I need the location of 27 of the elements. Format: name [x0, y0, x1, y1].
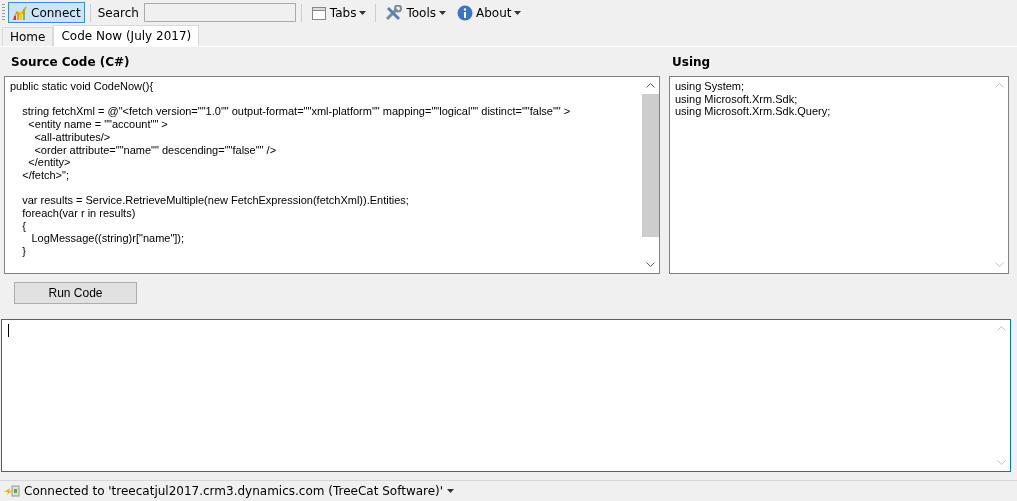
- menu-button[interactable]: Tools: [381, 2, 450, 23]
- dropdown-caret-icon: [359, 10, 367, 15]
- scroll-up-icon[interactable]: [646, 83, 655, 88]
- search-label: Search: [96, 5, 140, 20]
- code-text: public static void CodeNow(){ string fetchXml = @"<fetch version=""1.0"" output-format=""xml-platform"" mapping=""logical"" distinct=""false"" > <entity name = ""account"" > <all-attributes/> <order attribute=""name"" descending=""false"" /> </entity> </fetch>"; var results = Service.RetrieveMultiple(new FetchExpression(fetchXml)).Entities; foreach(var r in results) { LogMessage((string)r["name"]); }: [9, 79, 572, 260]
- menu-button[interactable]: About: [453, 2, 526, 23]
- dropdown-caret-icon: [447, 489, 455, 493]
- code-editor[interactable]: [4, 76, 660, 274]
- toolbar-grip[interactable]: [2, 4, 5, 21]
- tools-icon: [385, 4, 404, 21]
- tab[interactable]: Code Now (July 2017): [53, 25, 200, 46]
- output-field[interactable]: [1, 319, 1011, 472]
- run-code-button[interactable]: Run Code: [14, 282, 137, 304]
- code-text: using System; using Microsoft.Xrm.Sdk; using Microsoft.Xrm.Sdk.Query;: [674, 79, 832, 120]
- menu-button[interactable]: Tabs: [306, 2, 371, 23]
- scroll-down-icon[interactable]: [646, 262, 655, 267]
- connection-status[interactable]: Connected to 'treecatjul2017.crm3.dynamics.com (TreeCat Software)': [2, 483, 457, 499]
- tab[interactable]: Home: [2, 27, 54, 46]
- search-field[interactable]: [143, 3, 296, 22]
- connect-button[interactable]: Connect: [8, 2, 85, 23]
- bar-chart-icon: [12, 4, 28, 21]
- using-editor[interactable]: using System; using Microsoft.Xrm.Sdk; using Microsoft.Xrm.Sdk.Query;: [669, 76, 1009, 274]
- dropdown-caret-icon: [439, 10, 446, 15]
- dropdown-caret-icon: [514, 10, 522, 15]
- section-title: Using: [671, 56, 712, 69]
- section-title: Source Code (C#): [10, 56, 131, 69]
- info-icon: [457, 4, 473, 21]
